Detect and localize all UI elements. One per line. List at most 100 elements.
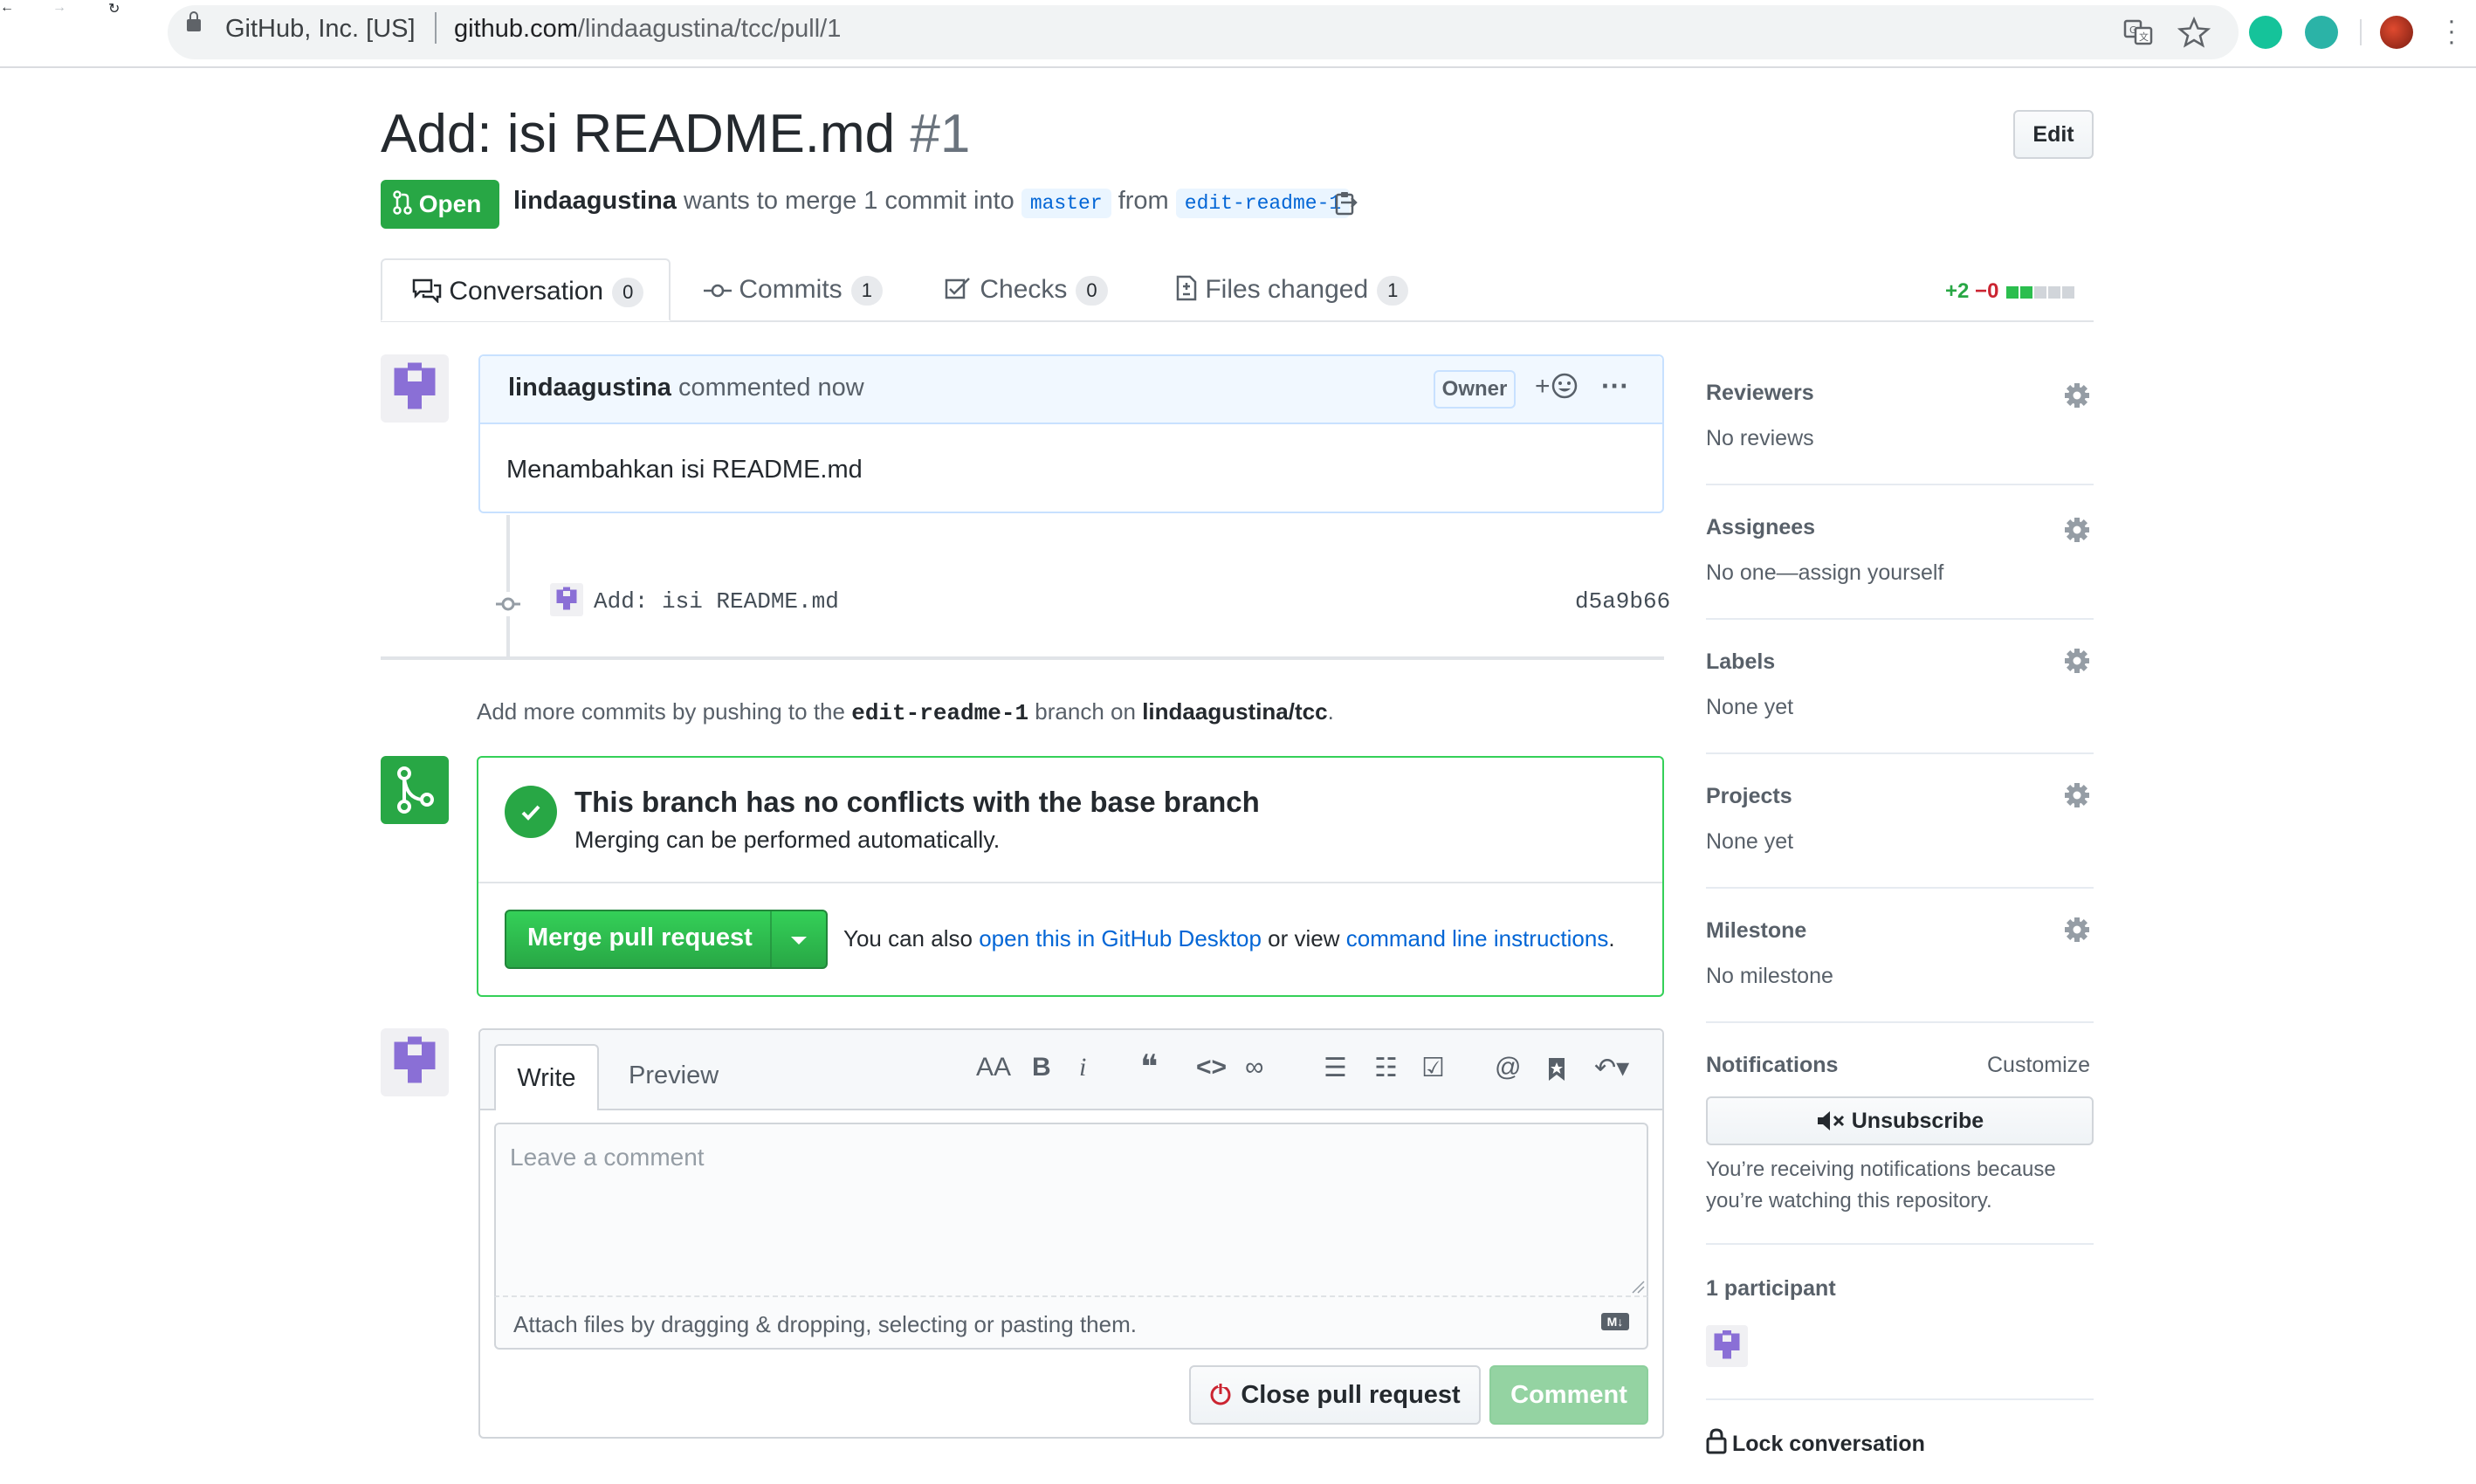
lock-icon bbox=[187, 11, 201, 31]
grammarly-extension-icon[interactable] bbox=[2249, 16, 2282, 49]
sidebar-milestone-title[interactable]: Milestone bbox=[1706, 918, 1806, 944]
unordered-list-icon[interactable]: ☰ bbox=[1324, 1053, 1347, 1083]
reload-icon: ↻ bbox=[108, 2, 120, 17]
pull-request-icon bbox=[393, 190, 412, 215]
diffstat-block bbox=[2062, 285, 2075, 299]
heading-icon[interactable]: AA bbox=[976, 1053, 1011, 1082]
tab-commits[interactable]: Commits 1 bbox=[704, 258, 883, 321]
customize-notifications-link[interactable]: Customize bbox=[1987, 1053, 2090, 1078]
open-desktop-link[interactable]: open this in GitHub Desktop bbox=[979, 925, 1262, 952]
sidebar-reviewers-title[interactable]: Reviewers bbox=[1706, 381, 1814, 406]
address-url[interactable]: github.com/lindaagustina/tcc/pull/1 bbox=[454, 15, 841, 44]
quote-icon[interactable]: ❝ bbox=[1140, 1048, 1158, 1087]
tab-label: Commits bbox=[739, 275, 843, 304]
close-pull-request-button[interactable]: Close pull request bbox=[1189, 1365, 1481, 1425]
attach-files-text[interactable]: Attach files by dragging & dropping, sel… bbox=[513, 1311, 1137, 1338]
pr-meta: lindaagustina wants to merge 1 commit in… bbox=[513, 187, 1351, 218]
merge-options-caret-icon[interactable] bbox=[791, 937, 807, 945]
merge-hint-text: or view bbox=[1268, 925, 1340, 952]
tab-files-changed[interactable]: Files changed 1 bbox=[1175, 258, 1409, 321]
merge-status-icon bbox=[381, 756, 449, 824]
extension-icon[interactable] bbox=[2305, 16, 2338, 49]
plus-label: + bbox=[1535, 372, 1551, 401]
merge-divider bbox=[478, 882, 1662, 883]
lock-icon[interactable] bbox=[1706, 1428, 1727, 1454]
labels-gear-icon[interactable] bbox=[2064, 648, 2090, 674]
code-icon[interactable]: <> bbox=[1196, 1053, 1227, 1082]
bold-icon[interactable]: B bbox=[1032, 1053, 1051, 1082]
site-identity[interactable]: GitHub, Inc. [US] bbox=[225, 15, 416, 44]
tab-counter: 0 bbox=[612, 278, 644, 308]
sidebar-labels-value: None yet bbox=[1706, 695, 1794, 719]
merge-button-label[interactable]: Merge pull request bbox=[527, 924, 753, 952]
push-note-repo[interactable]: lindaagustina/tcc bbox=[1142, 698, 1327, 725]
sidebar-notifications-title: Notifications bbox=[1706, 1053, 1839, 1077]
tab-preview[interactable]: Preview bbox=[629, 1061, 719, 1090]
tab-counter: 0 bbox=[1076, 276, 1108, 306]
lock-conversation-link[interactable]: Lock conversation bbox=[1732, 1432, 1925, 1457]
diffstat-block bbox=[2006, 285, 2019, 299]
translate-icon[interactable]: G文 bbox=[2123, 17, 2153, 47]
mention-icon[interactable]: @ bbox=[1495, 1053, 1521, 1082]
comment-more-icon[interactable]: ··· bbox=[1601, 370, 1629, 402]
comment-author[interactable]: lindaagustina bbox=[508, 374, 671, 402]
projects-gear-icon[interactable] bbox=[2064, 782, 2090, 808]
profile-avatar[interactable] bbox=[2380, 16, 2413, 49]
base-branch[interactable]: master bbox=[1021, 189, 1111, 218]
browser-menu-icon[interactable]: · · · bbox=[2443, 8, 2460, 55]
link-icon[interactable]: ∞ bbox=[1245, 1053, 1263, 1082]
italic-icon[interactable]: i bbox=[1079, 1053, 1086, 1082]
resize-handle-icon[interactable] bbox=[1631, 1280, 1645, 1294]
sidebar-divider bbox=[1706, 752, 2094, 754]
tab-conversation[interactable]: Conversation 0 bbox=[381, 258, 671, 321]
reply-icon[interactable]: ↶▾ bbox=[1594, 1053, 1629, 1083]
check-icon bbox=[505, 786, 557, 838]
add-reaction-button[interactable]: + bbox=[1535, 372, 1578, 402]
pr-author-link[interactable]: lindaagustina bbox=[513, 187, 677, 215]
edit-title-button[interactable]: Edit bbox=[2013, 110, 2094, 159]
tab-counter: 1 bbox=[1377, 276, 1409, 306]
ordered-list-icon[interactable]: ☷ bbox=[1374, 1053, 1398, 1083]
close-pr-label: Close pull request bbox=[1241, 1381, 1461, 1409]
forward-button[interactable]: → bbox=[52, 0, 66, 16]
merge-status-title: This branch has no conflicts with the ba… bbox=[574, 786, 1260, 818]
tab-counter: 1 bbox=[850, 276, 883, 306]
bookmark-star-icon[interactable] bbox=[2177, 16, 2211, 49]
participant-avatar[interactable] bbox=[1706, 1325, 1748, 1367]
tab-checks[interactable]: Checks 0 bbox=[945, 258, 1108, 321]
tab-write[interactable]: Write bbox=[494, 1044, 599, 1110]
avatar[interactable] bbox=[381, 354, 449, 423]
sidebar-labels-title[interactable]: Labels bbox=[1706, 649, 1775, 675]
saved-reply-icon[interactable] bbox=[1547, 1056, 1566, 1082]
notification-reason: You’re receiving notifications because y… bbox=[1706, 1158, 2056, 1213]
commit-avatar[interactable] bbox=[550, 583, 583, 616]
comment-submit-button[interactable]: Comment bbox=[1489, 1365, 1648, 1425]
assignees-gear-icon[interactable] bbox=[2064, 517, 2090, 543]
milestone-gear-icon[interactable] bbox=[2064, 917, 2090, 943]
reload-button[interactable]: ↻ bbox=[108, 0, 120, 17]
back-button[interactable]: ← bbox=[0, 0, 14, 16]
pr-meta-from: from bbox=[1118, 187, 1169, 215]
diff-deletions: −0 bbox=[1975, 279, 1999, 303]
commit-sha-link[interactable]: d5a9b66 bbox=[1575, 588, 1670, 615]
sidebar-divider bbox=[1706, 1243, 2094, 1245]
sidebar-assignees-value[interactable]: No one—assign yourself bbox=[1706, 560, 1943, 586]
sidebar-divider bbox=[1706, 484, 2094, 485]
sidebar-assignees-title[interactable]: Assignees bbox=[1706, 515, 1815, 540]
url-host: github.com bbox=[454, 15, 578, 43]
sidebar-projects-title[interactable]: Projects bbox=[1706, 784, 1792, 809]
avatar[interactable] bbox=[381, 1028, 449, 1096]
reviewers-gear-icon[interactable] bbox=[2064, 382, 2090, 409]
head-branch[interactable]: edit-readme-1 bbox=[1175, 189, 1351, 218]
comment-timestamp[interactable]: commented now bbox=[678, 374, 864, 402]
unsubscribe-button[interactable]: Unsubscribe bbox=[1706, 1096, 2094, 1145]
pr-title-text: Add: isi README.md bbox=[381, 104, 896, 164]
markdown-icon[interactable]: M↓ bbox=[1601, 1313, 1629, 1330]
svg-text:文: 文 bbox=[2139, 31, 2149, 43]
task-list-icon[interactable]: ☑ bbox=[1421, 1053, 1445, 1083]
command-line-link[interactable]: command line instructions bbox=[1346, 925, 1609, 952]
timeline-divider bbox=[381, 656, 1664, 660]
smiley-icon bbox=[1551, 373, 1577, 399]
copy-branch-icon[interactable] bbox=[1334, 190, 1358, 216]
commit-message-link[interactable]: Add: isi README.md bbox=[594, 588, 839, 615]
